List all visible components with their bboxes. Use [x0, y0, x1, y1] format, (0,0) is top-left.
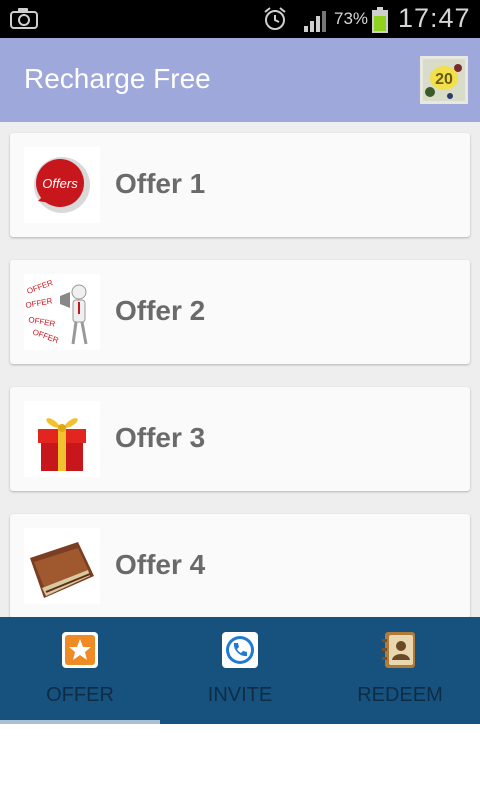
offer-card-2[interactable]: OFFER OFFER OFFER OFFER Offer 2 [10, 260, 470, 364]
tab-label: OFFER [46, 684, 114, 706]
offer-label: Offer 3 [115, 422, 206, 453]
svg-text:Offers: Offers [42, 176, 78, 191]
app-title: Recharge Free [24, 63, 211, 94]
camera-icon [10, 8, 38, 29]
offer-label: Offer 1 [115, 168, 206, 199]
svg-text:20: 20 [435, 71, 453, 88]
battery-icon [372, 7, 388, 33]
offer-thumbnail: Offers [24, 147, 100, 223]
status-clock: 17:47 [398, 3, 471, 33]
contacts-book-icon [382, 632, 415, 668]
empty-content-area [0, 724, 480, 800]
svg-text:OFFER: OFFER [31, 327, 60, 345]
action-bar: Recharge Free 20 [0, 38, 480, 122]
gift-box-icon [38, 418, 86, 471]
offer-list[interactable]: Offers Offer 1 OFFER OFFER OFFER OFFER O… [0, 122, 480, 617]
tab-redeem[interactable]: REDEEM [320, 617, 480, 724]
offers-badge-icon: Offers [34, 157, 90, 213]
svg-text:OFFER: OFFER [26, 278, 55, 296]
offer-card-3[interactable]: Offer 3 [10, 387, 470, 491]
app-logo-icon[interactable]: 20 [420, 56, 468, 104]
offer-label: Offer 2 [115, 295, 206, 326]
alarm-icon [264, 7, 286, 30]
svg-text:OFFER: OFFER [28, 315, 56, 329]
offer-thumbnail: OFFER OFFER OFFER OFFER [24, 274, 100, 350]
megaphone-man-icon: OFFER OFFER OFFER OFFER [25, 278, 88, 345]
tab-label: INVITE [207, 684, 273, 706]
offer-thumbnail [24, 528, 100, 604]
signal-icon [304, 11, 326, 32]
offer-label: Offer 4 [115, 549, 206, 580]
wallet-icon [30, 542, 94, 598]
svg-text:OFFER: OFFER [25, 296, 53, 310]
tab-invite[interactable]: INVITE [160, 617, 320, 724]
battery-percent: 73% [334, 9, 369, 28]
star-icon [62, 632, 98, 668]
bottom-tab-bar: OFFER INVITE REDEEM [0, 617, 480, 724]
offer-card-1[interactable]: Offers Offer 1 [10, 133, 470, 237]
offer-card-4[interactable]: Offer 4 [10, 514, 470, 617]
tab-label: REDEEM [357, 684, 443, 706]
tab-offer[interactable]: OFFER [0, 617, 160, 724]
status-bar: 73% 17:47 [0, 0, 480, 38]
offer-thumbnail [24, 401, 100, 477]
phone-icon [222, 632, 258, 668]
